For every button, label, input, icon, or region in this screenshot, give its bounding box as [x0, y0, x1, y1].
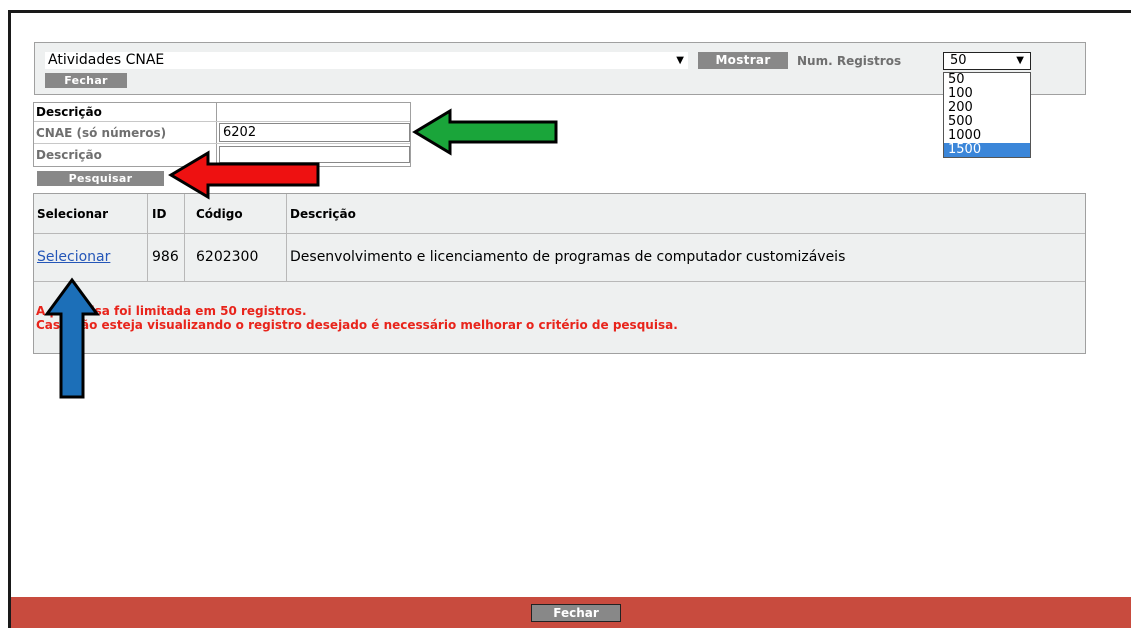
window-top-border: [8, 10, 1131, 13]
selecionar-link[interactable]: Selecionar: [37, 249, 110, 265]
row-codigo: 6202300: [196, 249, 259, 265]
cnae-input[interactable]: 6202: [219, 123, 410, 142]
num-option[interactable]: 1000: [944, 129, 1030, 143]
num-option-selected[interactable]: 1500: [944, 143, 1030, 157]
col-header-id: ID: [152, 207, 167, 221]
chevron-down-icon: ▼: [676, 55, 684, 66]
chevron-down-icon: ▼: [1016, 55, 1024, 66]
cnae-label: CNAE (só números): [36, 126, 167, 140]
table-select[interactable]: Atividades CNAE ▼: [45, 52, 688, 69]
num-registros-select[interactable]: 50 ▼: [943, 52, 1031, 70]
green-arrow-icon: [412, 108, 558, 156]
num-registros-value: 50: [950, 53, 967, 68]
form-header: Descrição: [36, 105, 102, 119]
window-left-border: [8, 10, 11, 628]
descricao-label: Descrição: [36, 148, 102, 162]
table-select-value: Atividades CNAE: [48, 52, 165, 68]
blue-arrow-icon: [44, 277, 100, 399]
num-option[interactable]: 100: [944, 87, 1030, 101]
col-header-descricao: Descrição: [290, 207, 356, 221]
mostrar-button[interactable]: Mostrar: [698, 52, 788, 69]
num-option[interactable]: 200: [944, 101, 1030, 115]
pesquisar-button[interactable]: Pesquisar: [37, 171, 164, 186]
row-descricao: Desenvolvimento e licenciamento de progr…: [290, 249, 846, 265]
red-arrow-icon: [168, 150, 320, 200]
footer-fechar-button[interactable]: Fechar: [531, 604, 621, 622]
col-header-codigo: Código: [196, 207, 243, 221]
num-option[interactable]: 500: [944, 115, 1030, 129]
num-option[interactable]: 50: [944, 73, 1030, 87]
col-header-selecionar: Selecionar: [37, 207, 109, 221]
row-id: 986: [152, 249, 179, 265]
num-registros-options: 50 100 200 500 1000 1500: [943, 72, 1031, 158]
num-registros-label: Num. Registros: [797, 54, 902, 68]
warning-line-2: Caso não esteja visualizando o registro …: [36, 318, 678, 332]
toolbar-fechar-button[interactable]: Fechar: [45, 73, 127, 88]
